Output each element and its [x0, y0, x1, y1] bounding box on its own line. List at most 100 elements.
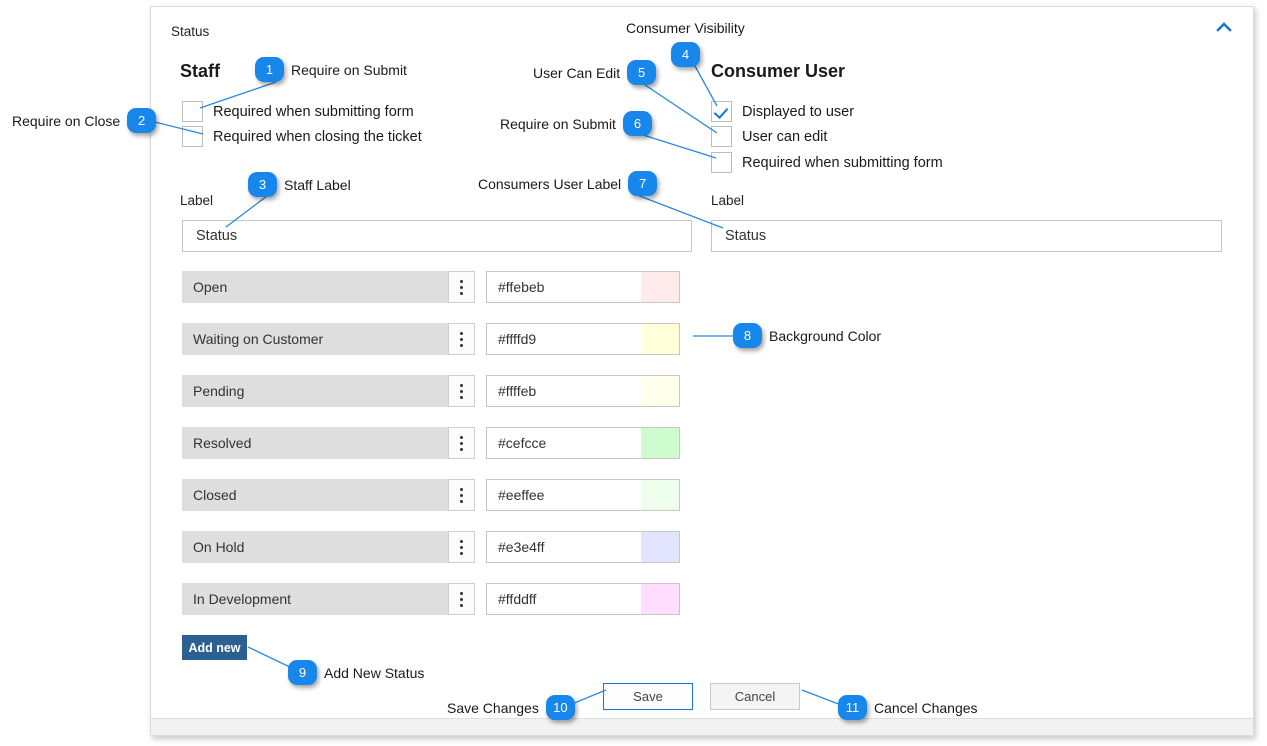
checkbox-staff-require-submit[interactable] [182, 101, 203, 122]
annotation-badge[interactable]: 1 [255, 57, 284, 82]
annotation-badge[interactable]: 9 [288, 660, 317, 685]
annotation-label: Staff Label [284, 176, 351, 193]
annotation-badge[interactable]: 2 [127, 108, 157, 133]
status-name[interactable]: Waiting on Customer [182, 323, 448, 355]
annotation-badge[interactable]: 4 [671, 42, 700, 67]
cancel-button[interactable]: Cancel [710, 683, 800, 710]
consumer-checkbox-displayed-to-user[interactable]: Displayed to user [711, 101, 854, 122]
annotation-4-label: Consumer Visibility [626, 20, 745, 36]
annotation-3: 3 Staff Label [248, 172, 351, 197]
status-color-field[interactable]: #e3e4ff [486, 531, 680, 563]
annotation-5: User Can Edit 5 [533, 60, 657, 85]
staff-checkbox-label: Required when closing the ticket [213, 128, 422, 145]
add-new-button[interactable]: Add new [182, 635, 247, 660]
status-color-swatch[interactable] [641, 376, 679, 406]
kebab-menu-icon[interactable] [448, 479, 475, 511]
annotation-2: Require on Close 2 [12, 108, 157, 133]
status-name[interactable]: Pending [182, 375, 448, 407]
kebab-menu-icon[interactable] [448, 531, 475, 563]
kebab-menu-icon[interactable] [448, 583, 475, 615]
staff-label-caption: Label [180, 193, 214, 208]
annotation-label: Require on Close [12, 112, 121, 129]
annotation-badge[interactable]: 3 [248, 172, 277, 197]
status-row: On Hold #e3e4ff [182, 531, 680, 563]
annotation-label: Cancel Changes [874, 699, 978, 716]
annotation-11: 11 Cancel Changes [838, 695, 978, 720]
status-color-hex[interactable]: #ffffd9 [487, 331, 641, 347]
status-color-hex[interactable]: #ffffeb [487, 383, 641, 399]
annotation-label: Background Color [769, 327, 882, 344]
status-row: Waiting on Customer #ffffd9 [182, 323, 680, 355]
consumer-checkbox-label: Displayed to user [742, 103, 855, 120]
staff-checkbox-required-on-close[interactable]: Required when closing the ticket [182, 126, 422, 147]
chevron-up-icon[interactable] [1216, 20, 1232, 34]
status-name[interactable]: Resolved [182, 427, 448, 459]
annotation-label: Require on Submit [500, 115, 616, 132]
status-name[interactable]: In Development [182, 583, 448, 615]
staff-label-input[interactable]: Status [182, 220, 692, 252]
checkbox-consumer-displayed[interactable] [711, 101, 732, 122]
checkbox-consumer-require-submit[interactable] [711, 152, 732, 173]
annotation-6: Require on Submit 6 [500, 111, 652, 136]
annotation-1: 1 Require on Submit [255, 57, 407, 82]
annotation-badge[interactable]: 6 [622, 111, 652, 136]
kebab-menu-icon[interactable] [448, 427, 475, 459]
consumer-checkbox-required-on-submit[interactable]: Required when submitting form [711, 152, 943, 173]
save-button[interactable]: Save [603, 683, 693, 710]
status-row: Open #ffebeb [182, 271, 680, 303]
staff-checkbox-required-on-submit[interactable]: Required when submitting form [182, 101, 414, 122]
status-color-swatch[interactable] [641, 428, 679, 458]
annotation-badge[interactable]: 10 [545, 695, 575, 720]
status-color-swatch[interactable] [641, 584, 679, 614]
staff-heading: Staff [180, 61, 220, 81]
status-name[interactable]: Closed [182, 479, 448, 511]
status-color-swatch[interactable] [641, 324, 679, 354]
status-color-hex[interactable]: #ffebeb [487, 279, 641, 295]
consumer-checkbox-user-can-edit[interactable]: User can edit [711, 126, 827, 147]
checkbox-consumer-user-can-edit[interactable] [711, 126, 732, 147]
status-row: Resolved #cefcce [182, 427, 680, 459]
status-color-hex[interactable]: #eeffee [487, 487, 641, 503]
annotation-9: 9 Add New Status [288, 660, 424, 685]
kebab-menu-icon[interactable] [448, 323, 475, 355]
status-color-field[interactable]: #ffddff [486, 583, 680, 615]
annotation-badge[interactable]: 8 [733, 323, 762, 348]
annotation-badge[interactable]: 5 [627, 60, 657, 85]
status-row: In Development #ffddff [182, 583, 680, 615]
checkbox-staff-require-close[interactable] [182, 126, 203, 147]
status-color-field[interactable]: #eeffee [486, 479, 680, 511]
annotation-badge[interactable]: 11 [838, 695, 867, 720]
status-color-swatch[interactable] [641, 532, 679, 562]
status-color-hex[interactable]: #e3e4ff [487, 539, 641, 555]
consumer-label-caption: Label [711, 193, 745, 208]
status-row: Pending #ffffeb [182, 375, 680, 407]
annotation-4: 4 [671, 42, 700, 67]
annotation-label: Require on Submit [291, 61, 407, 78]
annotation-label: Consumers User Label [478, 175, 622, 192]
status-color-field[interactable]: #ffffeb [486, 375, 680, 407]
panel-section-title: Status [171, 24, 210, 39]
status-name[interactable]: Open [182, 271, 448, 303]
consumer-label-input[interactable]: Status [711, 220, 1222, 252]
kebab-menu-icon[interactable] [448, 271, 475, 303]
panel-footer [151, 718, 1253, 735]
status-color-field[interactable]: #ffebeb [486, 271, 680, 303]
status-color-swatch[interactable] [641, 272, 679, 302]
status-color-hex[interactable]: #ffddff [487, 591, 641, 607]
annotation-label: Save Changes [447, 699, 539, 716]
status-color-field[interactable]: #cefcce [486, 427, 680, 459]
annotation-label: Add New Status [324, 664, 425, 681]
status-name[interactable]: On Hold [182, 531, 448, 563]
status-color-hex[interactable]: #cefcce [487, 435, 641, 451]
kebab-menu-icon[interactable] [448, 375, 475, 407]
consumer-checkbox-label: Required when submitting form [742, 154, 943, 171]
annotation-badge[interactable]: 7 [628, 171, 658, 196]
status-color-field[interactable]: #ffffd9 [486, 323, 680, 355]
annotation-8: 8 Background Color [733, 323, 881, 348]
annotation-label: User Can Edit [533, 64, 621, 81]
annotation-10: Save Changes 10 [447, 695, 575, 720]
screenshot-root: Status Staff Required when submitting fo… [0, 0, 1267, 746]
consumer-checkbox-label: User can edit [742, 128, 828, 145]
status-row: Closed #eeffee [182, 479, 680, 511]
status-color-swatch[interactable] [641, 480, 679, 510]
